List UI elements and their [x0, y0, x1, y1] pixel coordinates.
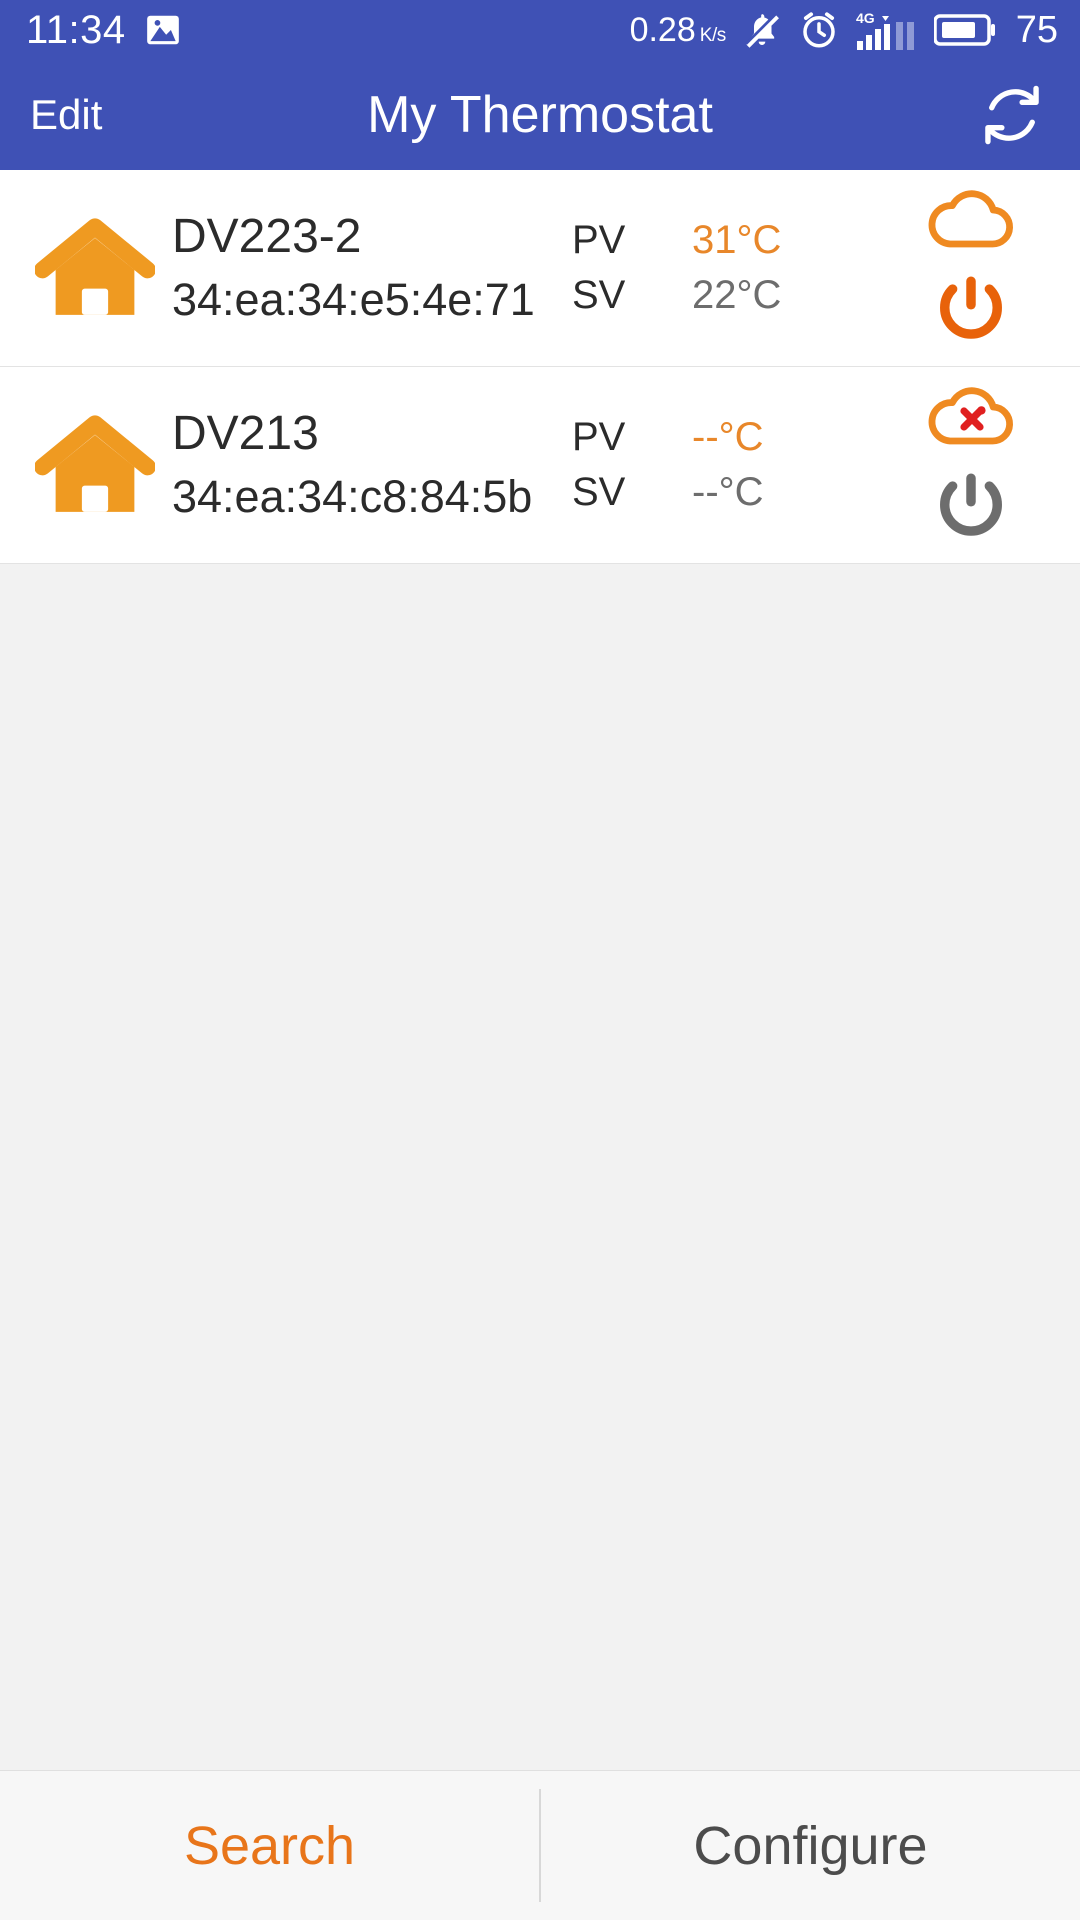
sv-row: SV --°C	[572, 470, 896, 515]
device-mac: 34:ea:34:e5:4e:71	[172, 274, 535, 326]
network-speed-unit: K/s	[699, 24, 726, 46]
device-temperatures: PV 31°C SV 22°C	[572, 218, 896, 318]
device-info: DV223-2 34:ea:34:e5:4e:71	[172, 209, 562, 328]
sv-label: SV	[572, 273, 626, 317]
house-icon	[30, 410, 160, 520]
bottom-toolbar: Search Configure	[0, 1770, 1080, 1920]
empty-list-area	[0, 564, 1080, 1770]
bell-muted-icon	[742, 10, 782, 50]
app-screen: 11:34 0.28 K/s 4G 75 Edit My Thermostat …	[0, 0, 1080, 1920]
refresh-button[interactable]	[974, 77, 1050, 153]
sv-label: SV	[572, 470, 626, 514]
svg-text:4G: 4G	[856, 10, 875, 26]
power-icon[interactable]	[929, 267, 1013, 351]
device-name: DV213	[172, 406, 319, 460]
table-row[interactable]: DV213 34:ea:34:c8:84:5b PV --°C SV --°C	[0, 367, 1080, 564]
device-info: DV213 34:ea:34:c8:84:5b	[172, 406, 562, 525]
status-bar-left: 11:34	[26, 10, 182, 50]
device-name: DV223-2	[172, 209, 362, 263]
table-row[interactable]: DV223-2 34:ea:34:e5:4e:71 PV 31°C SV 22°…	[0, 170, 1080, 367]
sv-value: --°C	[692, 470, 764, 514]
power-icon[interactable]	[929, 464, 1013, 548]
pv-row: PV 31°C	[572, 218, 896, 263]
pv-label: PV	[572, 218, 626, 262]
page-title: My Thermostat	[367, 86, 713, 144]
sv-value: 22°C	[692, 273, 782, 317]
search-button[interactable]: Search	[0, 1771, 539, 1920]
battery-level: 75	[1015, 8, 1058, 51]
pv-value: 31°C	[692, 218, 782, 262]
status-bar: 11:34 0.28 K/s 4G 75	[0, 0, 1080, 60]
pv-value: --°C	[692, 415, 764, 459]
pv-row: PV --°C	[572, 415, 896, 460]
device-mac: 34:ea:34:c8:84:5b	[172, 471, 533, 523]
status-bar-right: 0.28 K/s 4G 75	[630, 8, 1058, 52]
signal-bars-icon: 4G	[856, 8, 918, 52]
battery-icon	[933, 13, 996, 47]
device-status-icons	[896, 382, 1046, 548]
alarm-clock-icon	[798, 9, 840, 51]
status-bar-clock: 11:34	[26, 8, 126, 52]
pv-label: PV	[572, 415, 626, 459]
cloud-disconnected-icon[interactable]	[923, 382, 1019, 450]
app-bar: Edit My Thermostat	[0, 60, 1080, 170]
device-status-icons	[896, 185, 1046, 351]
edit-button[interactable]: Edit	[30, 91, 102, 139]
sv-row: SV 22°C	[572, 273, 896, 318]
configure-button[interactable]: Configure	[541, 1771, 1080, 1920]
network-speed-value: 0.28	[629, 10, 696, 49]
cloud-connected-icon[interactable]	[923, 185, 1019, 253]
device-temperatures: PV --°C SV --°C	[572, 415, 896, 515]
image-icon	[144, 11, 182, 49]
device-list: DV223-2 34:ea:34:e5:4e:71 PV 31°C SV 22°…	[0, 170, 1080, 564]
house-icon	[30, 213, 160, 323]
network-speed: 0.28 K/s	[629, 10, 727, 50]
